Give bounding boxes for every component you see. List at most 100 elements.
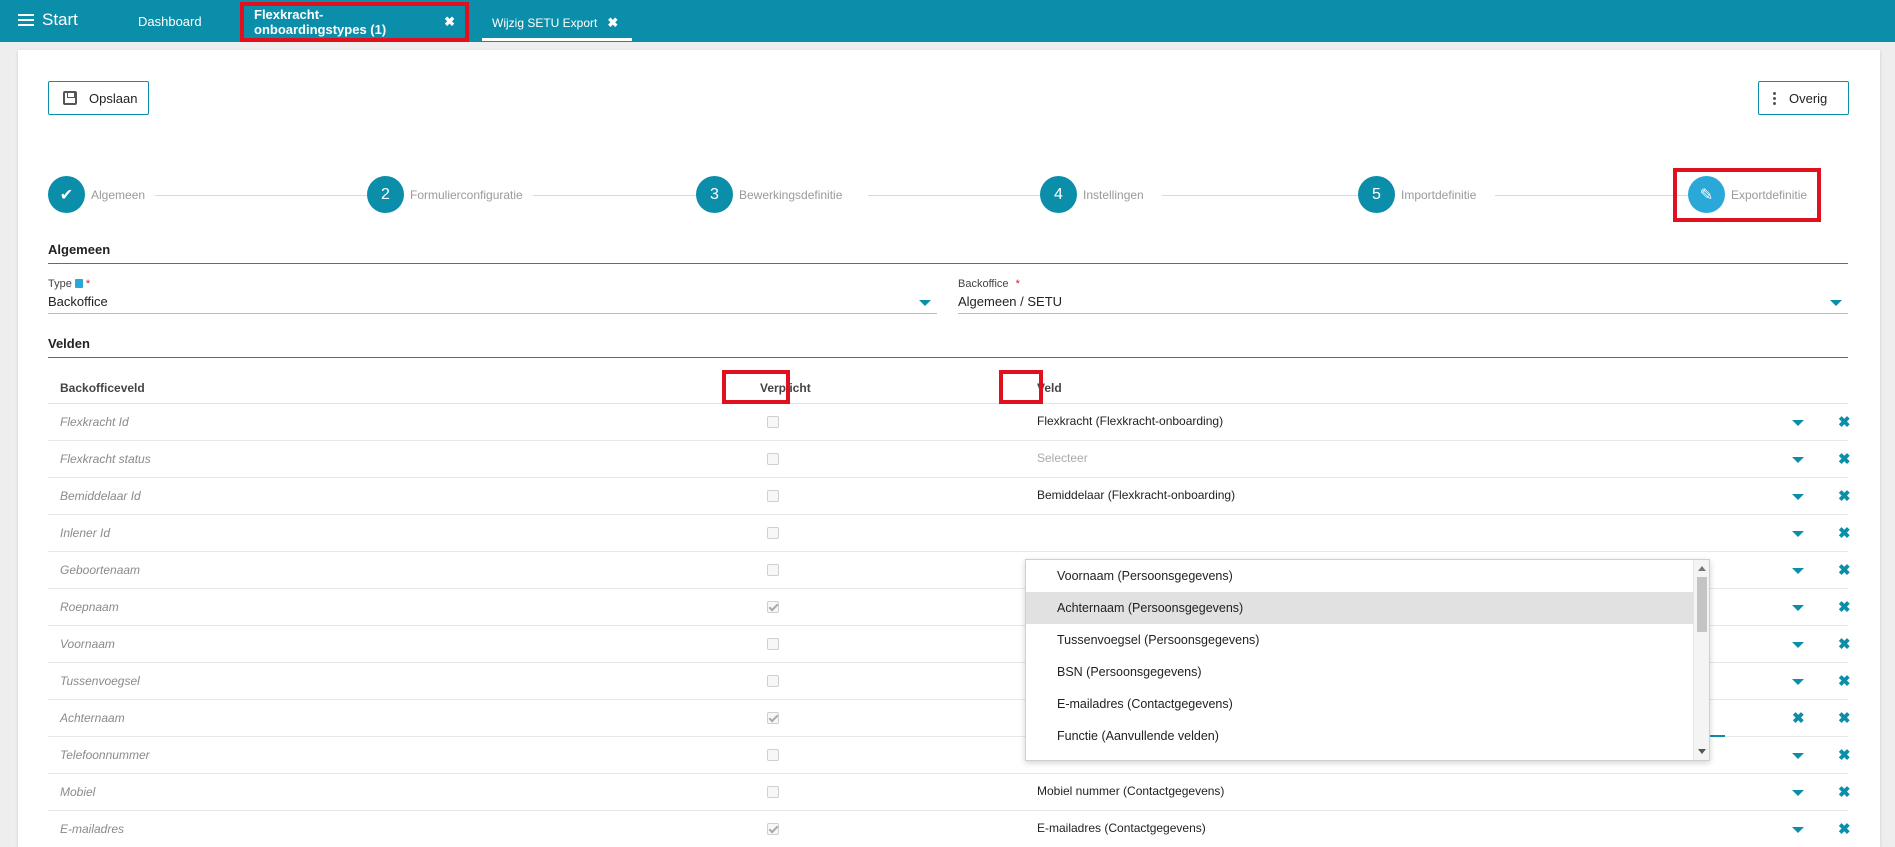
step-number: 3	[696, 176, 733, 213]
veld-select-value[interactable]: Bemiddelaar (Flexkracht-onboarding)	[1037, 488, 1235, 502]
delete-row-icon[interactable]: ✖	[1838, 709, 1851, 727]
chevron-down-icon[interactable]	[1792, 679, 1804, 685]
step-importdefinitie[interactable]: 5 Importdefinitie	[1358, 176, 1476, 213]
delete-row-icon[interactable]: ✖	[1838, 746, 1851, 764]
verplicht-checkbox[interactable]	[767, 638, 779, 650]
delete-row-icon[interactable]: ✖	[1838, 635, 1851, 653]
backofficeveld-name: Roepnaam	[60, 600, 119, 614]
table-row: Mobiel Mobiel nummer (Contactgegevens) ✖	[48, 774, 1851, 811]
hamburger-icon	[18, 14, 34, 26]
step-connector	[1162, 195, 1367, 196]
veld-select-value[interactable]: Flexkracht (Flexkracht-onboarding)	[1037, 414, 1223, 428]
verplicht-checkbox[interactable]	[767, 416, 779, 428]
column-header-backofficeveld: Backofficeveld	[60, 381, 145, 395]
save-button[interactable]: Opslaan	[48, 81, 149, 115]
chevron-down-icon[interactable]	[1792, 642, 1804, 648]
dropdown-option[interactable]: Functie (Aanvullende velden)	[1026, 720, 1694, 752]
step-bewerkingsdefinitie[interactable]: 3 Bewerkingsdefinitie	[696, 176, 842, 213]
delete-row-icon[interactable]: ✖	[1838, 598, 1851, 616]
close-icon[interactable]: ✖	[607, 15, 618, 31]
chevron-down-icon[interactable]	[1792, 457, 1804, 463]
chevron-down-icon[interactable]	[1792, 568, 1804, 574]
verplicht-checkbox[interactable]	[767, 490, 779, 502]
delete-row-icon[interactable]: ✖	[1838, 524, 1851, 542]
verplicht-checkbox[interactable]	[767, 823, 779, 835]
chevron-down-icon[interactable]	[1792, 790, 1804, 796]
backofficeveld-name: Geboortenaam	[60, 563, 141, 577]
scroll-down-icon[interactable]	[1698, 749, 1706, 754]
dropdown-option[interactable]: BSN (Persoonsgegevens)	[1026, 656, 1694, 688]
checkmark-icon: ✔	[48, 176, 85, 213]
delete-row-icon[interactable]: ✖	[1838, 561, 1851, 579]
table-row: Inlener Id ✖	[48, 515, 1851, 552]
backofficeveld-name: Telefoonnummer	[60, 748, 150, 762]
delete-row-icon[interactable]: ✖	[1838, 672, 1851, 690]
delete-row-icon[interactable]: ✖	[1838, 487, 1851, 505]
more-button-label: Overig	[1789, 90, 1828, 106]
scrollbar[interactable]	[1693, 560, 1709, 760]
backofficeveld-name: Flexkracht Id	[60, 415, 129, 429]
delete-row-icon[interactable]: ✖	[1838, 450, 1851, 468]
section-divider	[48, 357, 1848, 358]
chevron-down-icon[interactable]	[1792, 753, 1804, 759]
delete-row-icon[interactable]: ✖	[1838, 820, 1851, 838]
backoffice-field[interactable]: Backoffice * Algemeen / SETU	[958, 278, 1848, 314]
veld-select-value[interactable]: Selecteer	[1037, 451, 1088, 465]
dropdown-option[interactable]: E-mailadres (Contactgegevens)	[1026, 688, 1694, 720]
tab-dashboard[interactable]: Dashboard	[128, 0, 212, 42]
veld-select-value[interactable]: Mobiel nummer (Contactgegevens)	[1037, 784, 1224, 798]
dropdown-option[interactable]: Achternaam (Persoonsgegevens)	[1026, 592, 1694, 624]
backoffice-select[interactable]: Algemeen / SETU	[958, 294, 1848, 314]
step-number: 2	[367, 176, 404, 213]
tab-label: Wijzig SETU Export	[492, 16, 598, 30]
type-field[interactable]: Type * Backoffice	[48, 278, 937, 314]
chevron-down-icon[interactable]	[1792, 420, 1804, 426]
verplicht-checkbox[interactable]	[767, 601, 779, 613]
floppy-disk-icon	[63, 91, 77, 105]
step-algemeen[interactable]: ✔ Algemeen	[48, 176, 145, 213]
step-number: 5	[1358, 176, 1395, 213]
type-field-label: Type *	[48, 278, 937, 290]
step-label: Bewerkingsdefinitie	[739, 187, 843, 202]
step-number: 4	[1040, 176, 1077, 213]
tab-label: Flexkracht-onboardingstypes (1)	[254, 7, 387, 37]
backofficeveld-name: Tussenvoegsel	[60, 674, 140, 688]
dropdown-option[interactable]: Tussenvoegsel (Persoonsgegevens)	[1026, 624, 1694, 656]
veld-select-value[interactable]: E-mailadres (Contactgegevens)	[1037, 821, 1206, 835]
chevron-down-icon[interactable]	[1792, 827, 1804, 833]
start-menu-button[interactable]: Start	[18, 10, 78, 30]
verplicht-checkbox[interactable]	[767, 527, 779, 539]
type-select[interactable]: Backoffice	[48, 294, 937, 314]
type-select-value: Backoffice	[48, 294, 108, 309]
chevron-down-icon[interactable]	[1830, 300, 1842, 306]
tab-wijzig-setu-export[interactable]: Wijzig SETU Export ✖	[482, 8, 632, 41]
clear-icon[interactable]: ✖	[1792, 709, 1805, 727]
veld-dropdown-list[interactable]: Voornaam (Persoonsgegevens) Achternaam (P…	[1025, 559, 1710, 761]
verplicht-checkbox[interactable]	[767, 712, 779, 724]
chevron-down-icon[interactable]	[919, 300, 931, 306]
scrollbar-thumb[interactable]	[1697, 577, 1707, 632]
more-button[interactable]: Overig	[1758, 81, 1849, 115]
tab-flexkracht-onboardingstypes[interactable]: Flexkracht-onboardingstypes (1) ✖	[240, 2, 469, 42]
chevron-down-icon[interactable]	[1792, 494, 1804, 500]
step-formulierconfiguratie[interactable]: 2 Formulierconfiguratie	[367, 176, 523, 213]
verplicht-checkbox[interactable]	[767, 675, 779, 687]
chevron-down-icon[interactable]	[1792, 605, 1804, 611]
section-divider	[48, 263, 1848, 264]
step-instellingen[interactable]: 4 Instellingen	[1040, 176, 1144, 213]
verplicht-checkbox[interactable]	[767, 453, 779, 465]
step-label: Algemeen	[91, 187, 146, 202]
required-marker: *	[1015, 278, 1020, 290]
verplicht-checkbox[interactable]	[767, 564, 779, 576]
backoffice-label-text: Backoffice	[958, 278, 1009, 290]
chevron-down-icon[interactable]	[1792, 531, 1804, 537]
verplicht-checkbox[interactable]	[767, 749, 779, 761]
start-menu-label: Start	[42, 10, 78, 29]
backofficeveld-name: Mobiel	[60, 785, 96, 799]
dropdown-option[interactable]: Voornaam (Persoonsgegevens)	[1026, 560, 1694, 592]
delete-row-icon[interactable]: ✖	[1838, 413, 1851, 431]
close-icon[interactable]: ✖	[444, 14, 455, 30]
delete-row-icon[interactable]: ✖	[1838, 783, 1851, 801]
scroll-up-icon[interactable]	[1698, 566, 1706, 571]
verplicht-checkbox[interactable]	[767, 786, 779, 798]
